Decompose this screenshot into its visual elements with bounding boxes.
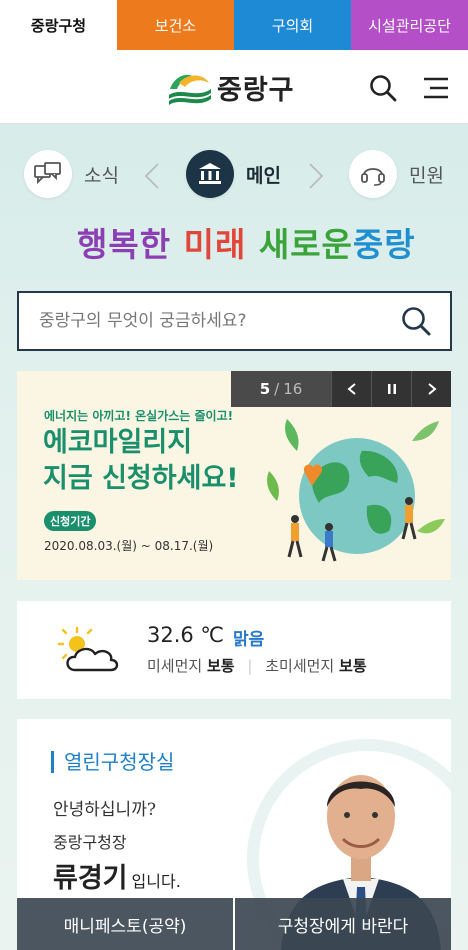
tab-junglang-office[interactable]: 중랑구청 — [0, 0, 117, 50]
headset-icon — [349, 150, 397, 198]
banner-subtitle: 에너지는 아끼고! 온실가스는 줄이고! — [44, 409, 234, 423]
wish-to-mayor-button[interactable]: 구청장에게 바란다 — [233, 898, 451, 950]
slogan: 행복한 미래 새로운중랑 — [77, 218, 416, 266]
promo-banner[interactable]: 5 / 16 에너지는 아끼고! 온실가스는 줄이고! 에코마일리지 지금 신청… — [17, 371, 451, 580]
mayor-name: 류경기 — [53, 863, 128, 894]
quicknav-main[interactable]: 메인 — [186, 150, 281, 198]
quicknav-civil[interactable]: 민원 — [349, 150, 444, 198]
tab-council[interactable]: 구의회 — [234, 0, 351, 50]
banner-current: 5 — [259, 380, 271, 398]
mayor-name-tail: 입니다. — [131, 872, 181, 891]
home-logo[interactable]: 중랑구 — [167, 68, 295, 107]
chevron-right-icon — [427, 383, 437, 395]
chevron-left-icon[interactable] — [142, 162, 162, 190]
chevron-right-icon[interactable] — [306, 162, 326, 190]
banner-title-line1: 에코마일리지 — [43, 427, 193, 458]
mayor-role: 중랑구청장 — [53, 833, 127, 852]
divider: | — [247, 657, 253, 675]
header: 중랑구 — [0, 50, 468, 124]
slogan-part-3: 새로운 — [258, 225, 353, 264]
tab-health-center[interactable]: 보건소 — [117, 0, 234, 50]
ultra-dust-label: 초미세먼지 — [265, 657, 335, 675]
search-input[interactable] — [19, 293, 379, 349]
mayor-buttons: 매니페스토(공약) 구청장에게 바란다 — [17, 898, 451, 950]
earth-illustration — [267, 419, 445, 562]
air-quality: 미세먼지 보통 | 초미세먼지 보통 — [147, 655, 367, 676]
mayor-greeting: 안녕하십니까? — [53, 800, 156, 820]
banner-title: 에코마일리지 지금 신청하세요! — [43, 425, 239, 497]
chevron-left-icon — [346, 383, 356, 395]
mayor-name-line: 류경기 입니다. — [53, 856, 181, 895]
top-site-bar: 중랑구청 보건소 구의회 시설관리공단 — [0, 0, 468, 50]
banner-period-chip: 신청기간 — [44, 511, 97, 531]
search-icon[interactable] — [367, 72, 399, 104]
banner-title-line2: 지금 신청하세요! — [43, 463, 239, 494]
banner-prev-button[interactable] — [331, 371, 371, 407]
menu-icon[interactable] — [420, 72, 452, 104]
slogan-part-2: 미래 — [183, 225, 247, 264]
mayor-card: 열린구청장실 안녕하십니까? 중랑구청장 류경기 입니다. 매니페스토(공약) 구… — [17, 719, 451, 950]
ultra-dust-value: 보통 — [339, 657, 367, 675]
logo-mark-icon — [169, 74, 211, 105]
banner-pause-button[interactable] — [371, 371, 411, 407]
pause-icon — [387, 384, 396, 394]
logo-text: 중랑구 — [217, 75, 295, 106]
tab-facility-corp[interactable]: 시설관리공단 — [351, 0, 468, 50]
banner-sep: / — [274, 380, 280, 398]
slogan-part-4: 중랑 — [352, 225, 416, 264]
weather-temp: 32.6 ℃ — [147, 623, 225, 647]
quicknav-news[interactable]: 소식 — [24, 150, 119, 198]
quicknav-label-news: 소식 — [84, 164, 119, 187]
weather-card: 32.6 ℃ 맑음 미세먼지 보통 | 초미세먼지 보통 — [17, 601, 451, 699]
quicknav-label-main: 메인 — [246, 164, 281, 187]
partly-cloudy-icon — [57, 626, 119, 672]
banner-pager: 5 / 16 — [231, 371, 331, 407]
weather-condition: 맑음 — [233, 630, 265, 650]
search-button[interactable] — [400, 305, 432, 341]
banner-total: 16 — [283, 380, 303, 398]
banner-controls: 5 / 16 — [231, 371, 451, 407]
quicknav-label-civil: 민원 — [409, 164, 444, 187]
main-content: 소식 메인 민원 행복한 미래 새로운중랑 중랑구의 무엇이 궁금하세요? 5 … — [0, 124, 468, 950]
search-icon — [402, 307, 431, 336]
dust-label: 미세먼지 — [147, 657, 203, 675]
building-icon — [186, 150, 234, 198]
slogan-part-1: 행복한 — [77, 225, 172, 264]
banner-date: 2020.08.03.(월) ~ 08.17.(월) — [44, 539, 214, 553]
manifesto-button[interactable]: 매니페스토(공약) — [17, 898, 233, 950]
banner-next-button[interactable] — [411, 371, 451, 407]
dust-value: 보통 — [206, 657, 235, 675]
chat-bubbles-icon — [24, 150, 72, 198]
search-box — [17, 291, 452, 351]
quick-nav: 소식 메인 민원 — [0, 150, 468, 200]
mayor-title[interactable]: 열린구청장실 — [51, 751, 174, 773]
